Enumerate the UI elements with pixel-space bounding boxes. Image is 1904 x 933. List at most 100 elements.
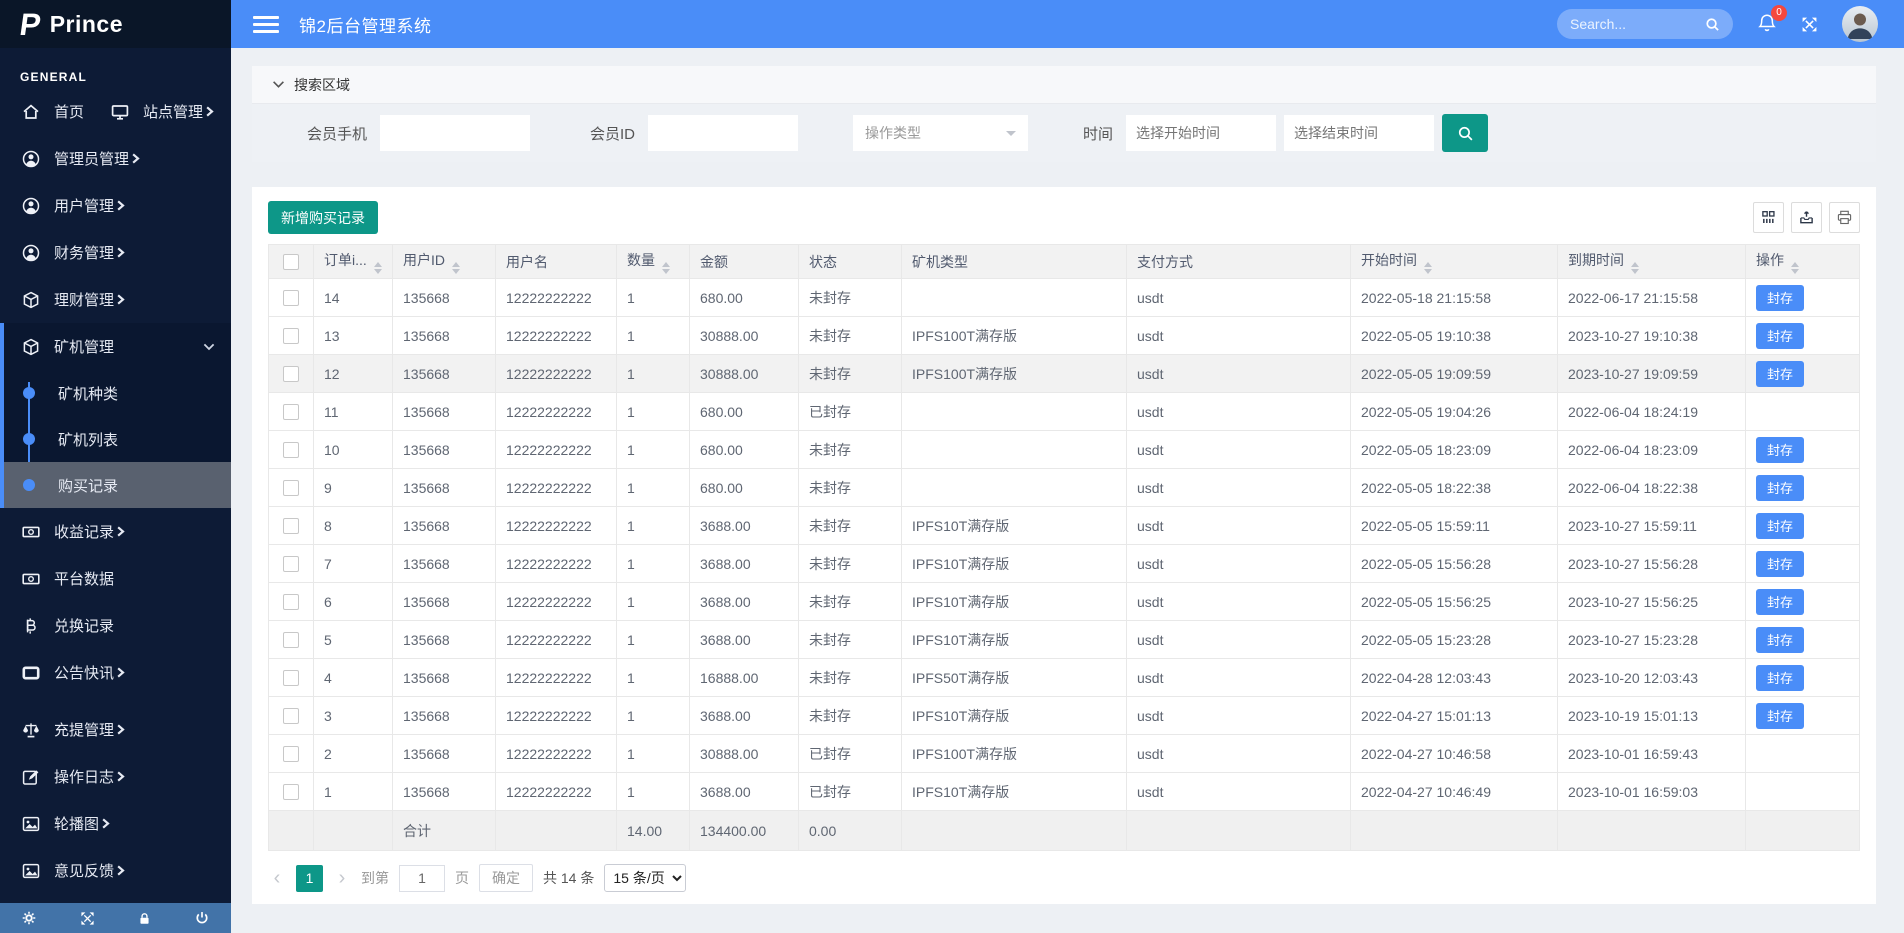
sort-icon[interactable] — [452, 262, 460, 274]
sidebar-item-user-mgmt[interactable]: 用户管理 — [0, 182, 231, 229]
col-action[interactable]: 操作 — [1746, 245, 1860, 279]
submenu-dot-icon — [23, 387, 35, 399]
row-checkbox[interactable] — [283, 594, 299, 610]
row-checkbox[interactable] — [283, 290, 299, 306]
member-id-input[interactable] — [648, 115, 798, 151]
lock-icon[interactable] — [138, 912, 151, 925]
header-search-input[interactable] — [1570, 16, 1697, 32]
next-page-icon[interactable]: › — [333, 868, 351, 888]
seal-button[interactable]: 封存 — [1756, 551, 1804, 577]
sort-icon[interactable] — [662, 262, 670, 274]
cell-end: 2022-06-04 18:23:09 — [1558, 431, 1746, 469]
user-avatar[interactable] — [1842, 6, 1878, 42]
sidebar-item-miner-mgmt[interactable]: 矿机管理 — [4, 323, 231, 370]
sidebar-item-feedback[interactable]: 意见反馈 — [0, 847, 231, 894]
sort-icon[interactable] — [374, 262, 382, 274]
export-button[interactable] — [1791, 202, 1822, 233]
row-checkbox[interactable] — [283, 442, 299, 458]
sort-icon[interactable] — [1791, 262, 1799, 274]
add-purchase-record-button[interactable]: 新增购买记录 — [268, 201, 378, 234]
sidebar-item-operation-logs[interactable]: 操作日志 — [0, 753, 231, 800]
sidebar-item-income-records[interactable]: 收益记录 — [0, 508, 231, 555]
seal-button[interactable]: 封存 — [1756, 361, 1804, 387]
row-checkbox[interactable] — [283, 404, 299, 420]
cell-uname: 12222222222 — [496, 317, 617, 355]
seal-button[interactable]: 封存 — [1756, 323, 1804, 349]
row-checkbox[interactable] — [283, 480, 299, 496]
col-end[interactable]: 到期时间 — [1558, 245, 1746, 279]
sort-icon[interactable] — [1631, 262, 1639, 274]
goto-page-input[interactable] — [399, 865, 445, 892]
sidebar-item-purchase-records[interactable]: 购买记录 — [4, 462, 231, 508]
columns-toggle-button[interactable] — [1753, 202, 1784, 233]
seal-button[interactable]: 封存 — [1756, 703, 1804, 729]
row-checkbox[interactable] — [283, 670, 299, 686]
phone-input[interactable] — [380, 115, 530, 151]
cell-action: 封存 — [1746, 355, 1860, 393]
sidebar-item-miner-type[interactable]: 矿机种类 — [4, 370, 231, 416]
submenu-dot-icon — [23, 479, 35, 491]
search-button[interactable] — [1442, 114, 1488, 152]
seal-button[interactable]: 封存 — [1756, 665, 1804, 691]
row-checkbox[interactable] — [283, 518, 299, 534]
col-uid[interactable]: 用户ID — [393, 245, 496, 279]
sidebar-item-miner-list[interactable]: 矿机列表 — [4, 416, 231, 462]
sidebar-item-home[interactable]: 首页 — [0, 88, 110, 135]
col-id[interactable]: 订单i... — [314, 245, 393, 279]
sidebar-item-platform-data[interactable]: 平台数据 — [0, 555, 231, 602]
fullscreen-icon[interactable] — [1801, 16, 1818, 33]
row-checkbox[interactable] — [283, 708, 299, 724]
row-checkbox[interactable] — [283, 556, 299, 572]
cell-start: 2022-04-27 15:01:13 — [1351, 697, 1558, 735]
notifications-button[interactable]: 0 — [1757, 13, 1777, 36]
select-all-checkbox[interactable] — [283, 254, 299, 270]
seal-button[interactable]: 封存 — [1756, 285, 1804, 311]
table-row: 213566812222222222130888.00已封存IPFS100T满存… — [269, 735, 1860, 773]
page-size-select[interactable]: 15 条/页 — [604, 864, 686, 892]
operation-type-select[interactable]: 操作类型 — [853, 115, 1028, 151]
seal-button[interactable]: 封存 — [1756, 513, 1804, 539]
sidebar-item-deposit-withdraw[interactable]: 充提管理 — [0, 706, 231, 753]
start-time-input[interactable] — [1126, 115, 1276, 151]
cell-status: 未封存 — [799, 469, 902, 507]
col-qty[interactable]: 数量 — [617, 245, 690, 279]
seal-button[interactable]: 封存 — [1756, 627, 1804, 653]
prev-page-icon[interactable]: ‹ — [268, 868, 286, 888]
sidebar-item-exchange-records[interactable]: 兑换记录 — [0, 602, 231, 649]
row-checkbox[interactable] — [283, 328, 299, 344]
print-button[interactable] — [1829, 202, 1860, 233]
row-checkbox[interactable] — [283, 784, 299, 800]
sidebar-item-wealth-mgmt[interactable]: 理财管理 — [0, 276, 231, 323]
gear-icon[interactable] — [22, 911, 36, 925]
cell-amount: 3688.00 — [690, 507, 799, 545]
end-time-input[interactable] — [1284, 115, 1434, 151]
col-start[interactable]: 开始时间 — [1351, 245, 1558, 279]
row-checkbox[interactable] — [283, 746, 299, 762]
expand-icon[interactable] — [80, 911, 95, 926]
cell-status: 未封存 — [799, 355, 902, 393]
chevron-right-icon — [116, 724, 125, 735]
cell-start: 2022-05-05 15:56:28 — [1351, 545, 1558, 583]
sidebar-item-admin-mgmt[interactable]: 管理员管理 — [0, 135, 231, 182]
seal-button[interactable]: 封存 — [1756, 589, 1804, 615]
power-icon[interactable] — [195, 911, 209, 925]
cell-uid: 135668 — [393, 279, 496, 317]
cell-status: 未封存 — [799, 583, 902, 621]
sidebar-item-finance-mgmt[interactable]: 财务管理 — [0, 229, 231, 276]
current-page-button[interactable]: 1 — [296, 865, 323, 892]
confirm-page-button[interactable]: 确定 — [479, 864, 533, 892]
sidebar-item-announcements[interactable]: 公告快讯 — [0, 649, 231, 696]
hamburger-menu-icon[interactable] — [253, 12, 279, 37]
sidebar-item-site-mgmt[interactable]: 站点管理 — [110, 88, 214, 135]
cell-miner: IPFS10T满存版 — [902, 697, 1127, 735]
row-checkbox[interactable] — [283, 366, 299, 382]
sidebar-item-carousel[interactable]: 轮播图 — [0, 800, 231, 847]
seal-button[interactable]: 封存 — [1756, 475, 1804, 501]
row-checkbox[interactable] — [283, 632, 299, 648]
pagination: ‹ 1 › 到第 页 确定 共 14 条 15 条/页 — [268, 864, 1860, 892]
search-icon[interactable] — [1705, 17, 1720, 32]
search-panel-header[interactable]: 搜索区域 — [252, 66, 1876, 104]
seal-button[interactable]: 封存 — [1756, 437, 1804, 463]
sort-icon[interactable] — [1424, 262, 1432, 274]
table-row: 14135668122222222221680.00未封存usdt2022-05… — [269, 279, 1860, 317]
